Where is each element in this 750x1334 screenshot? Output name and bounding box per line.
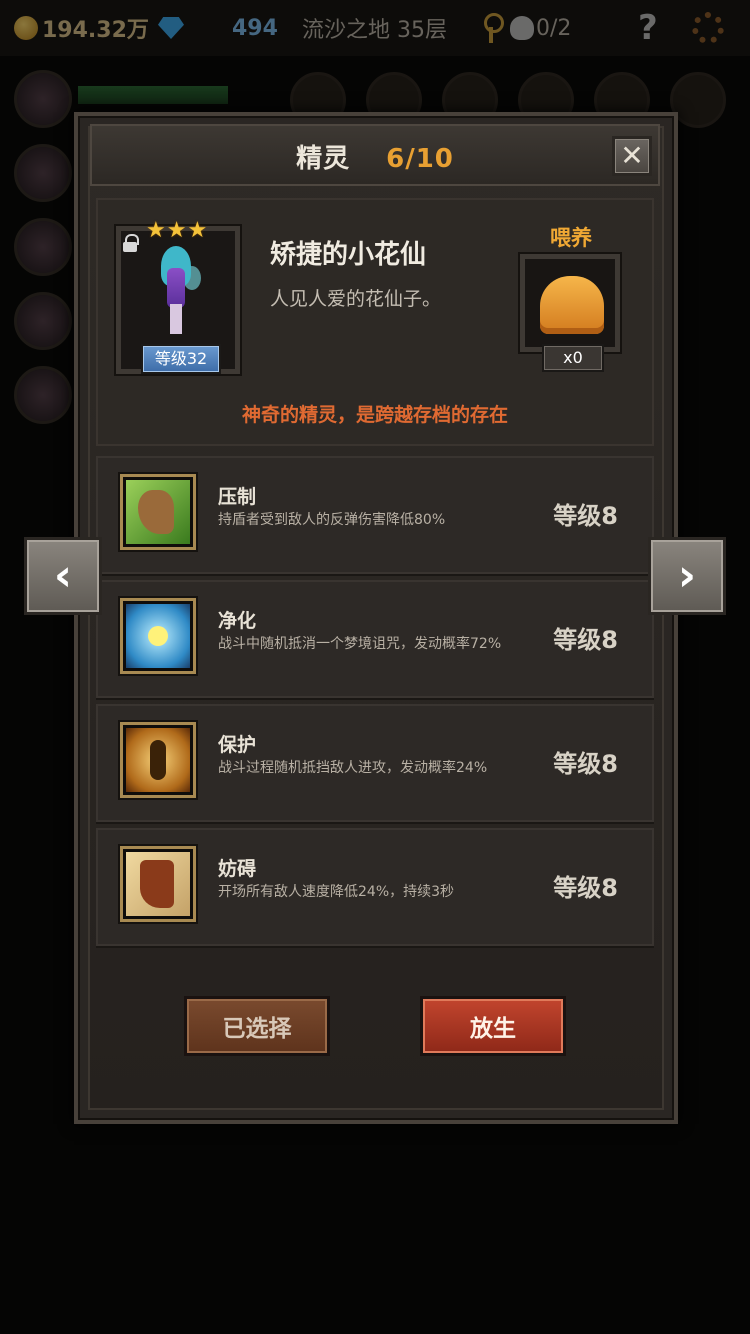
key-display bbox=[482, 0, 504, 56]
help-icon: ? bbox=[638, 8, 658, 48]
spirit-name: 矫捷的小花仙 bbox=[270, 240, 427, 270]
skull-display: 0/2 bbox=[510, 0, 571, 56]
skill-description: 开场所有敌人速度降低24%，持续3秒 bbox=[218, 884, 455, 900]
skill-description: 持盾者受到敌人的反弹伤害降低80% bbox=[218, 512, 446, 528]
coin-icon bbox=[14, 16, 38, 40]
top-status-bar: 194.32万 494 流沙之地 35层 0/2 ? bbox=[0, 0, 750, 56]
background-portrait bbox=[14, 292, 72, 350]
bread-icon bbox=[540, 276, 604, 334]
chevron-right-icon: › bbox=[677, 550, 697, 601]
skill-name: 净化 bbox=[218, 610, 257, 632]
settings-button[interactable] bbox=[692, 0, 724, 56]
previous-spirit-button[interactable]: ‹ bbox=[24, 537, 102, 615]
skill-icon-frame bbox=[120, 598, 196, 674]
skill-level: 等级8 bbox=[553, 874, 618, 902]
gem-icon bbox=[158, 17, 184, 39]
spirit-description: 人见人爱的花仙子。 bbox=[270, 288, 442, 310]
location-label: 流沙之地 35层 bbox=[302, 0, 447, 56]
skill-description: 战斗过程随机抵挡敌人进攻，发动概率24% bbox=[218, 760, 488, 776]
flower-icon bbox=[126, 604, 190, 668]
skill-level: 等级8 bbox=[553, 502, 618, 530]
skill-row-hinder[interactable]: 妨碍 开场所有敌人速度降低24%，持续3秒 等级8 bbox=[96, 828, 654, 946]
star-rating: ★ ★ ★ bbox=[146, 220, 216, 242]
chevron-left-icon: ‹ bbox=[53, 550, 73, 601]
next-spirit-button[interactable]: › bbox=[648, 537, 726, 615]
skill-row-suppress[interactable]: 压制 持盾者受到敌人的反弹伤害降低80% 等级8 bbox=[96, 456, 654, 574]
skill-icon-frame bbox=[120, 846, 196, 922]
star-icon: ★ bbox=[166, 218, 187, 243]
fairy-body bbox=[167, 268, 185, 308]
gold-amount: 194.32万 bbox=[42, 18, 149, 43]
background-portrait bbox=[14, 218, 72, 276]
skill-icon-frame bbox=[120, 474, 196, 550]
background-party-portraits bbox=[14, 70, 74, 450]
skill-level: 等级8 bbox=[553, 626, 618, 654]
claw-icon bbox=[126, 480, 190, 544]
release-button[interactable]: 放生 bbox=[420, 996, 566, 1056]
boot-icon bbox=[126, 852, 190, 916]
fairy-icon bbox=[126, 728, 190, 792]
lock-icon[interactable] bbox=[122, 234, 139, 252]
background-icon bbox=[670, 72, 726, 128]
close-button[interactable]: ✕ bbox=[612, 136, 652, 176]
background-portrait bbox=[14, 70, 72, 128]
skill-name: 妨碍 bbox=[218, 858, 257, 880]
spirit-portrait bbox=[155, 246, 201, 336]
feed-label: 喂养 bbox=[550, 226, 592, 250]
spirit-count: 6/10 bbox=[386, 144, 454, 174]
gold-display: 194.32万 bbox=[14, 0, 149, 56]
skull-icon bbox=[510, 16, 534, 40]
skill-level: 等级8 bbox=[553, 750, 618, 778]
close-icon: ✕ bbox=[620, 139, 644, 172]
location-text: 流沙之地 35层 bbox=[302, 18, 447, 43]
skill-row-protect[interactable]: 保护 战斗过程随机抵挡敌人进攻，发动概率24% 等级8 bbox=[96, 704, 654, 822]
key-icon bbox=[482, 13, 504, 43]
star-icon: ★ bbox=[187, 218, 208, 243]
feed-item-count: x0 bbox=[542, 344, 604, 372]
gem-display bbox=[158, 0, 184, 56]
spirit-tagline: 神奇的精灵，是跨越存档的存在 bbox=[241, 404, 508, 426]
spirit-level-badge: 等级32 bbox=[141, 344, 221, 374]
skill-name: 压制 bbox=[218, 486, 257, 508]
skill-row-purify[interactable]: 净化 战斗中随机抵消一个梦境诅咒，发动概率72% 等级8 bbox=[96, 580, 654, 698]
help-button[interactable]: ? bbox=[638, 0, 658, 56]
gear-icon bbox=[692, 12, 724, 44]
dialog-title-text: 精灵 bbox=[296, 144, 351, 174]
star-icon: ★ bbox=[146, 218, 166, 243]
skill-icon-frame bbox=[120, 722, 196, 798]
skill-name: 保护 bbox=[218, 734, 257, 756]
background-health-bar bbox=[78, 86, 228, 104]
gem-amount: 494 bbox=[232, 15, 278, 41]
gem-count: 494 bbox=[232, 0, 278, 56]
skull-count: 0/2 bbox=[536, 15, 572, 41]
fairy-legs bbox=[170, 304, 182, 334]
selected-button[interactable]: 已选择 bbox=[184, 996, 330, 1056]
skill-description: 战斗中随机抵消一个梦境诅咒，发动概率72% bbox=[218, 636, 502, 652]
